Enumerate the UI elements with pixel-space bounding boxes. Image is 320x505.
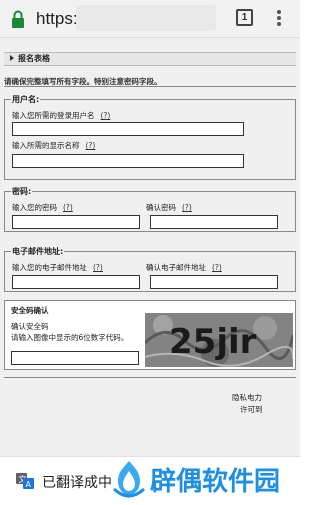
display-name-label-text: 输入所需的显示名称 <box>12 141 80 150</box>
collapse-triangle-icon <box>10 55 14 61</box>
footer-right-line2: 许可到 <box>240 405 263 414</box>
confirm-password-label: 确认密码 (?) <box>146 202 192 213</box>
help-link[interactable]: (?) <box>93 263 103 272</box>
password-input[interactable] <box>12 215 140 229</box>
captcha-image-text: 25jir <box>169 322 257 362</box>
help-link[interactable]: (?) <box>63 203 73 212</box>
login-username-label-text: 输入您所需的登录用户名 <box>12 111 95 120</box>
translate-icon[interactable]: 文 A <box>16 473 34 489</box>
captcha-section: 安全码确认 确认安全码 请输入图像中显示的6位数字代码。 25jir <box>4 300 296 370</box>
translate-status: 已翻译成中 <box>42 474 112 490</box>
captcha-image: 25jir <box>145 313 293 367</box>
confirm-email-input[interactable] <box>150 275 278 289</box>
login-username-input[interactable] <box>12 122 244 136</box>
lock-icon <box>12 10 24 28</box>
captcha-line1: 确认安全码 <box>11 322 49 331</box>
email-label: 输入您的电子邮件地址 (?) <box>12 262 103 273</box>
confirm-email-label: 确认电子邮件地址 (?) <box>146 262 222 273</box>
divider <box>4 86 296 87</box>
confirm-password-label-text: 确认密码 <box>146 203 176 212</box>
help-link[interactable]: (?) <box>101 111 111 120</box>
password-legend: 密码: <box>12 187 32 196</box>
page-content: 报名表格 请确保完整填写所有字段。特别注意密码字段。 用户名: 输入您所需的登录… <box>0 38 300 456</box>
section-header[interactable]: 报名表格 <box>4 52 296 66</box>
password-label-text: 输入您的密码 <box>12 203 57 212</box>
divider <box>4 377 296 378</box>
captcha-input[interactable] <box>11 351 139 365</box>
help-link[interactable]: (?) <box>182 203 192 212</box>
browser-toolbar: https:// 1 <box>0 0 300 38</box>
section-title: 报名表格 <box>18 54 50 63</box>
display-name-label: 输入所需的显示名称 (?) <box>12 140 95 151</box>
username-legend: 用户名: <box>12 95 40 104</box>
more-menu-icon[interactable] <box>276 10 282 28</box>
address-blurred-region <box>76 5 216 31</box>
footer-right-line1: 隐私电力 <box>232 393 262 402</box>
help-link[interactable]: (?) <box>212 263 222 272</box>
password-label: 输入您的密码 (?) <box>12 202 73 213</box>
email-legend: 电子邮件地址: <box>12 247 64 256</box>
translate-bar: 文 A 已翻译成中 辟偶软件园 <box>0 456 300 505</box>
tab-switcher-button[interactable]: 1 <box>236 9 253 26</box>
watermark-logo-icon <box>112 461 146 498</box>
svg-text:A: A <box>26 480 32 489</box>
captcha-line2: 请输入图像中显示的6位数字代码。 <box>11 333 129 342</box>
email-input[interactable] <box>12 275 140 289</box>
display-name-input[interactable] <box>12 154 244 168</box>
help-link[interactable]: (?) <box>86 141 96 150</box>
watermark-text: 辟偶软件园 <box>150 467 281 497</box>
login-username-label: 输入您所需的登录用户名 (?) <box>12 110 110 121</box>
confirm-password-input[interactable] <box>150 215 278 229</box>
captcha-title: 安全码确认 <box>11 306 49 315</box>
email-label-text: 输入您的电子邮件地址 <box>12 263 87 272</box>
confirm-email-label-text: 确认电子邮件地址 <box>146 263 206 272</box>
